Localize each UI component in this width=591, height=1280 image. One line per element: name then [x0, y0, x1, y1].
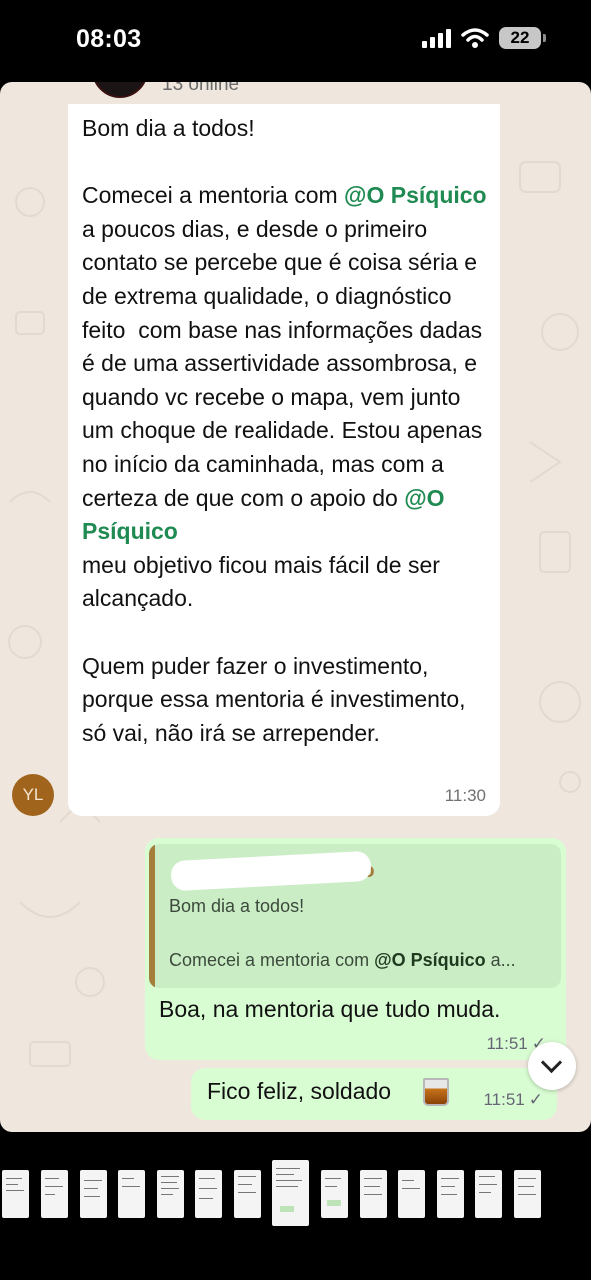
- chat-area[interactable]: 13 online Bom dia a todos! Comecei a men…: [0, 82, 591, 1132]
- thumbnail[interactable]: [2, 1170, 29, 1218]
- msg-p1-a: Comecei a mentoria com: [82, 182, 345, 209]
- outgoing-message[interactable]: Fico feliz, soldado 11:51 ✓: [191, 1068, 557, 1120]
- thumbnail[interactable]: [80, 1170, 107, 1218]
- thumbnail-strip[interactable]: [0, 1132, 591, 1280]
- scroll-down-button[interactable]: [528, 1042, 576, 1090]
- thumbnail[interactable]: [475, 1170, 502, 1218]
- quote-bar: [149, 844, 155, 988]
- group-avatar[interactable]: [92, 82, 148, 98]
- thumbnail[interactable]: [157, 1170, 184, 1218]
- thumbnail[interactable]: [398, 1170, 425, 1218]
- battery-icon: 22: [499, 27, 546, 49]
- chat-header: 13 online: [0, 82, 591, 104]
- online-count: 13 online: [162, 82, 240, 95]
- redaction-scribble: [170, 850, 372, 892]
- mention-link[interactable]: @O Psíquico: [344, 182, 487, 208]
- message-time: 11:51 ✓: [483, 1090, 543, 1109]
- thumbnail[interactable]: [234, 1170, 261, 1218]
- tumbler-glass-icon: [423, 1078, 449, 1106]
- outgoing-message-text: Fico feliz, soldado: [207, 1078, 392, 1104]
- thumbnail[interactable]: [360, 1170, 387, 1218]
- message-time: 11:30: [444, 786, 486, 805]
- msg-p1-c: meu objetivo ficou mais fácil de ser alc…: [82, 551, 447, 612]
- thumbnail-current[interactable]: [272, 1160, 309, 1226]
- quoted-reply[interactable]: ado Bom dia a todos! Comecei a mentoria …: [149, 844, 561, 988]
- incoming-message-text: Bom dia a todos! Comecei a mentoria com …: [82, 112, 492, 750]
- sent-check-icon: ✓: [528, 1090, 543, 1109]
- signal-icon: [422, 28, 451, 48]
- msg-greeting: Bom dia a todos!: [82, 115, 255, 141]
- status-bar: 08:03 22: [0, 0, 591, 82]
- msg-p1-b: a poucos dias, e desde o primeiro contat…: [82, 182, 493, 511]
- thumbnail[interactable]: [195, 1170, 222, 1218]
- outgoing-message-text: Boa, na mentoria que tudo muda.: [159, 996, 501, 1022]
- outgoing-message[interactable]: ado Bom dia a todos! Comecei a mentoria …: [145, 838, 566, 1060]
- thumbnail[interactable]: [41, 1170, 68, 1218]
- status-icons: 22: [422, 27, 546, 49]
- thumbnail[interactable]: [321, 1170, 348, 1218]
- thumbnail[interactable]: [514, 1170, 541, 1218]
- quote-line: Bom dia a todos!: [169, 896, 305, 916]
- status-time: 08:03: [76, 25, 142, 53]
- thumbnail[interactable]: [118, 1170, 145, 1218]
- sender-avatar[interactable]: YL: [12, 774, 54, 816]
- msg-p2: Quem puder fazer o investimento, porque …: [82, 652, 472, 746]
- wifi-icon: [461, 28, 489, 48]
- quote-line: Comecei a mentoria com @O Psíquico a...: [169, 950, 516, 970]
- thumbnail[interactable]: [437, 1170, 464, 1218]
- incoming-message[interactable]: Bom dia a todos! Comecei a mentoria com …: [68, 104, 500, 816]
